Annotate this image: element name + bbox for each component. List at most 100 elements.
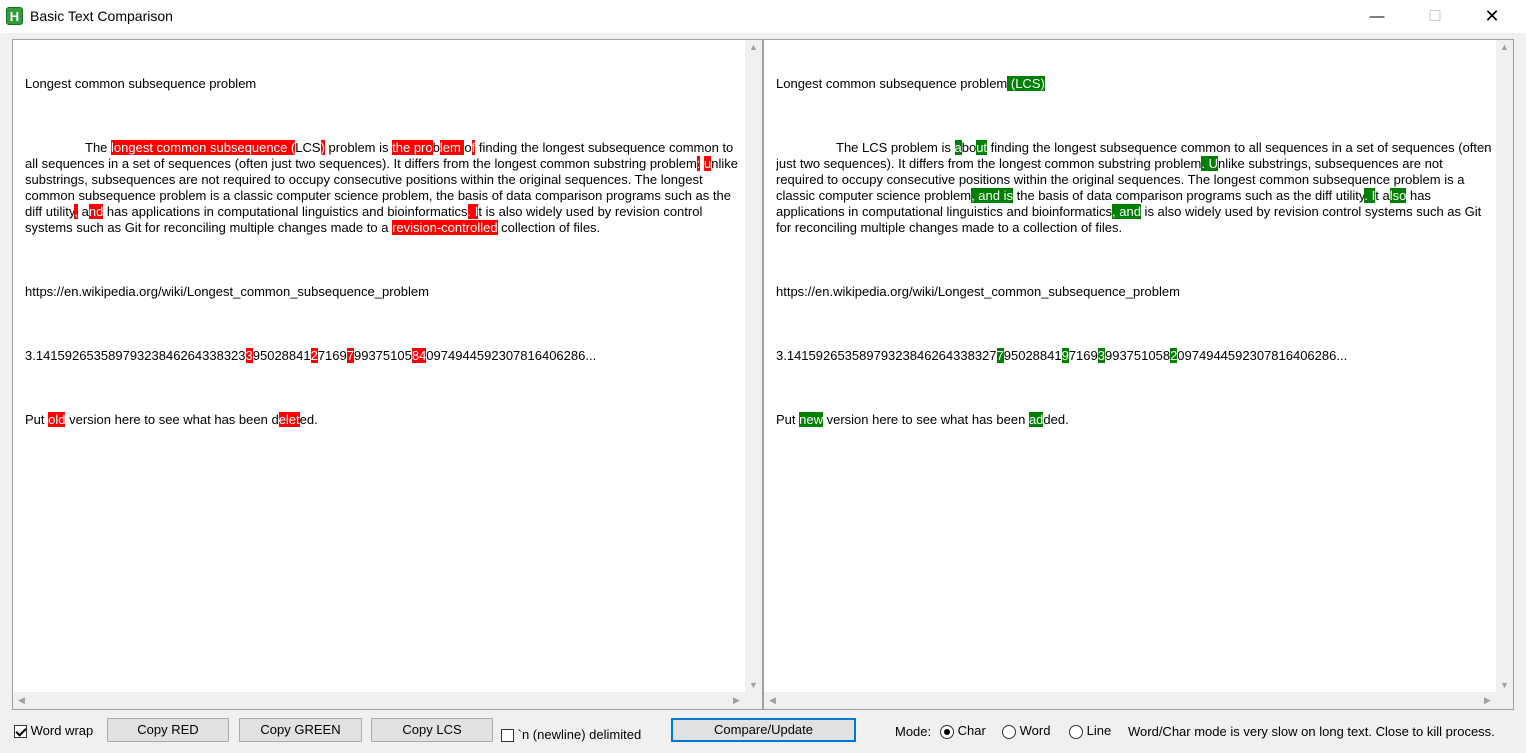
common-segment: the basis of data comparison programs su… (1013, 188, 1365, 203)
minimize-button[interactable]: — (1354, 0, 1400, 33)
new-vertical-scrollbar[interactable]: ▲ ▼ (1496, 40, 1513, 692)
added-segment: ad (1028, 412, 1044, 427)
common-segment: Longest common subsequence problem (776, 76, 1008, 91)
old-text-area[interactable]: Longest common subsequence problem The l… (25, 44, 741, 694)
added-segment: . I (1364, 188, 1376, 203)
close-button[interactable]: ✕ (1469, 0, 1515, 33)
word-wrap-checkbox[interactable]: Word wrap (14, 723, 94, 739)
common-segment: version here to see what has been d (65, 412, 279, 427)
radio-unselected-icon[interactable] (1069, 724, 1083, 739)
added-segment: (LCS) (1007, 76, 1045, 91)
new-url-line: https://en.wikipedia.org/wiki/Longest_co… (776, 284, 1180, 299)
old-url-line: https://en.wikipedia.org/wiki/Longest_co… (25, 284, 429, 299)
deleted-segment: elet (278, 412, 300, 427)
added-segment: 9 (1061, 348, 1069, 363)
copy-green-button[interactable]: Copy GREEN (239, 718, 362, 742)
scroll-right-arrow-icon[interactable]: ▶ (728, 695, 745, 706)
common-segment: 3.14159265358979323846264338327 (776, 348, 997, 363)
common-segment: a (78, 204, 89, 219)
new-text-pane[interactable]: Longest common subsequence problem (LCS)… (763, 39, 1514, 710)
copy-lcs-button[interactable]: Copy LCS (371, 718, 493, 742)
common-segment: 7169 (317, 348, 347, 363)
new-pi-line: 3.14159265358979323846264338327795028841… (776, 348, 1492, 364)
common-segment: The LCS problem is (836, 140, 955, 155)
copy-red-button[interactable]: Copy RED (107, 718, 229, 742)
common-segment: ded. (1043, 412, 1069, 427)
common-segment: has applications in computational lingui… (103, 204, 468, 219)
added-segment: ut (976, 140, 988, 155)
scroll-left-arrow-icon[interactable]: ◀ (13, 695, 30, 706)
common-segment: ed. (299, 412, 318, 427)
compare-update-button[interactable]: Compare/Update (671, 718, 856, 742)
deleted-segment: lem (439, 140, 465, 155)
deleted-segment: the pro (392, 140, 433, 155)
common-segment: o (464, 140, 472, 155)
common-segment: 99375105 (353, 348, 412, 363)
new-heading-line: Longest common subsequence problem (LCS) (776, 76, 1492, 92)
radio-selected-icon[interactable] (940, 724, 954, 739)
common-segment: collection of files. (497, 220, 601, 235)
maximize-button[interactable]: ☐ (1412, 0, 1458, 33)
deleted-segment: 8 (411, 348, 420, 363)
added-segment: , and is (971, 188, 1013, 203)
new-horizontal-scrollbar[interactable]: ◀ ▶ (764, 692, 1496, 709)
old-paragraph: The longest common subsequence (LCS) pro… (25, 140, 741, 236)
scroll-up-arrow-icon[interactable]: ▲ (745, 42, 762, 52)
newline-delimited-checkbox[interactable]: `n (newline) delimited (501, 727, 642, 743)
common-segment: 3.14159265358979323846264338323 (25, 348, 246, 363)
deleted-segment: longest common subsequence ( (111, 140, 296, 155)
added-segment: 3 (1097, 348, 1105, 363)
performance-note: Word/Char mode is very slow on long text… (1128, 724, 1495, 739)
old-horizontal-scrollbar[interactable]: ◀ ▶ (13, 692, 745, 709)
added-segment: . U (1201, 156, 1218, 171)
mode-option-label: Word (1019, 723, 1051, 738)
new-paragraph: The LCS problem is about finding the lon… (776, 140, 1492, 236)
added-segment: 7 (996, 348, 1004, 363)
scroll-down-arrow-icon[interactable]: ▼ (1496, 680, 1513, 690)
common-segment: version here to see what has been (822, 412, 1029, 427)
common-segment: 95028841 (1003, 348, 1062, 363)
common-segment: 0974944592307816406286... (426, 348, 597, 363)
scroll-left-arrow-icon[interactable]: ◀ (764, 695, 781, 706)
word-wrap-label: Word wrap (30, 723, 94, 738)
deleted-segment: 2 (310, 348, 318, 363)
deleted-segment: revision-controlled (392, 220, 498, 235)
mode-radio-line[interactable]: Line (1069, 723, 1111, 739)
mode-radio-word[interactable]: Word (1002, 723, 1050, 739)
common-segment: The (85, 140, 112, 155)
title-bar: H Basic Text Comparison — ☐ ✕ (0, 0, 1526, 33)
radio-unselected-icon[interactable] (1002, 724, 1016, 739)
scroll-up-arrow-icon[interactable]: ▲ (1496, 42, 1513, 52)
added-segment: , and (1112, 204, 1141, 219)
control-bar: Word wrap Copy RED Copy GREEN Copy LCS `… (0, 713, 1526, 753)
common-segment: Put (25, 412, 49, 427)
scroll-right-arrow-icon[interactable]: ▶ (1479, 695, 1496, 706)
app-icon: H (6, 7, 23, 25)
scrollbar-corner (745, 692, 762, 709)
old-text-pane[interactable]: Longest common subsequence problem The l… (12, 39, 763, 710)
common-segment: 99375105 (1104, 348, 1163, 363)
checkbox-checked-icon[interactable] (14, 725, 27, 739)
new-last-line: Put new version here to see what has bee… (776, 412, 1492, 428)
added-segment: a (954, 140, 962, 155)
old-vertical-scrollbar[interactable]: ▲ ▼ (745, 40, 762, 692)
common-segment: b (432, 140, 440, 155)
common-segment: 8 (1162, 348, 1171, 363)
deleted-segment: 3 (245, 348, 253, 363)
newline-delimited-label: `n (newline) delimited (517, 727, 642, 742)
scroll-down-arrow-icon[interactable]: ▼ (745, 680, 762, 690)
mode-label: Mode: (895, 724, 932, 739)
mode-option-label: Line (1086, 723, 1112, 738)
common-segment: t a (1375, 188, 1390, 203)
common-segment: problem is (324, 140, 393, 155)
new-text-area[interactable]: Longest common subsequence problem (LCS)… (776, 44, 1492, 694)
common-segment: bo (961, 140, 977, 155)
mode-radio-char[interactable]: Char (940, 723, 986, 739)
common-segment: 7169 (1068, 348, 1098, 363)
checkbox-unchecked-icon[interactable] (501, 729, 514, 743)
deleted-segment: nd (88, 204, 104, 219)
old-heading-line: Longest common subsequence problem (25, 76, 257, 91)
deleted-segment: 7 (346, 348, 354, 363)
deleted-segment: old (48, 412, 66, 427)
added-segment: lso (1389, 188, 1407, 203)
